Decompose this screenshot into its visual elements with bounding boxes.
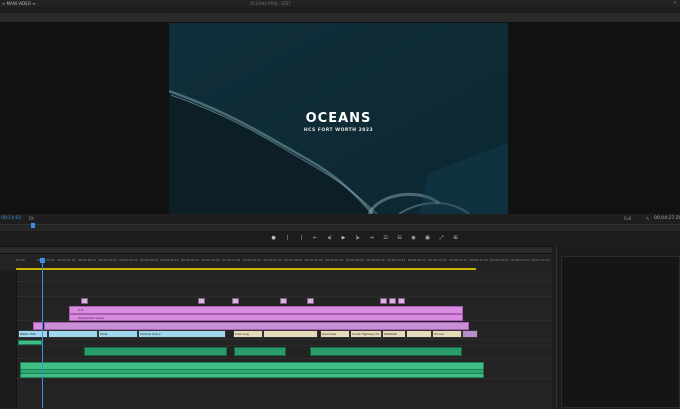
timeline-tracks: LUT Adjustment Layer Water Hits Wide Ver… <box>0 0 552 408</box>
resolution-select[interactable]: Full <box>624 214 631 223</box>
wrench-icon[interactable]: ✎ <box>646 216 651 221</box>
video-clip[interactable] <box>48 330 98 338</box>
track-divider <box>16 345 552 346</box>
video-clip[interactable]: Overview <box>320 330 350 338</box>
adjustment-layer-clip[interactable]: Adjustment Layer <box>69 314 463 321</box>
track-divider <box>16 339 552 340</box>
audio-clip[interactable] <box>18 340 42 345</box>
clip-name: Adjustment Layer <box>78 316 105 320</box>
fx-badge[interactable] <box>198 298 205 304</box>
fx-badge[interactable] <box>81 298 88 304</box>
fx-badge[interactable] <box>398 298 405 304</box>
fx-badge[interactable] <box>232 298 239 304</box>
track-divider <box>16 378 552 379</box>
video-clip[interactable]: Tunnel <box>432 330 462 338</box>
audio-clip[interactable] <box>234 347 286 356</box>
audio-clip[interactable] <box>84 347 227 356</box>
track-divider <box>16 281 552 282</box>
duration-timecode: 00:04:27:20 <box>654 216 680 221</box>
track-divider <box>16 296 552 297</box>
audio-waveform <box>20 369 484 374</box>
clip-name: LUT <box>78 308 84 312</box>
fx-badge[interactable] <box>307 298 314 304</box>
video-clip[interactable] <box>406 330 432 338</box>
fx-badge[interactable] <box>380 298 387 304</box>
audio-meters <box>561 256 680 408</box>
video-clip[interactable]: Vertical Seq 2 <box>138 330 226 338</box>
video-clip[interactable]: Coast Highway 01 <box>350 330 382 338</box>
panel-menu-icon[interactable]: » <box>672 0 678 6</box>
video-clip[interactable]: Wide <box>98 330 138 338</box>
track-divider <box>16 358 552 359</box>
fx-badge[interactable] <box>389 298 396 304</box>
video-clip[interactable]: MISSION <box>382 330 406 338</box>
graphics-track-strip[interactable] <box>44 322 469 330</box>
playhead-handle[interactable] <box>40 258 45 263</box>
audio-clip[interactable] <box>310 347 462 356</box>
video-clip[interactable]: Cam Ang <box>233 330 263 338</box>
timeline-playhead[interactable] <box>42 258 43 408</box>
fx-badge[interactable] <box>280 298 287 304</box>
video-clip[interactable] <box>263 330 318 338</box>
video-clip[interactable] <box>462 330 478 338</box>
lut-adjustment-clip[interactable]: LUT <box>69 306 463 314</box>
video-clip[interactable]: Water Hits <box>18 330 48 338</box>
